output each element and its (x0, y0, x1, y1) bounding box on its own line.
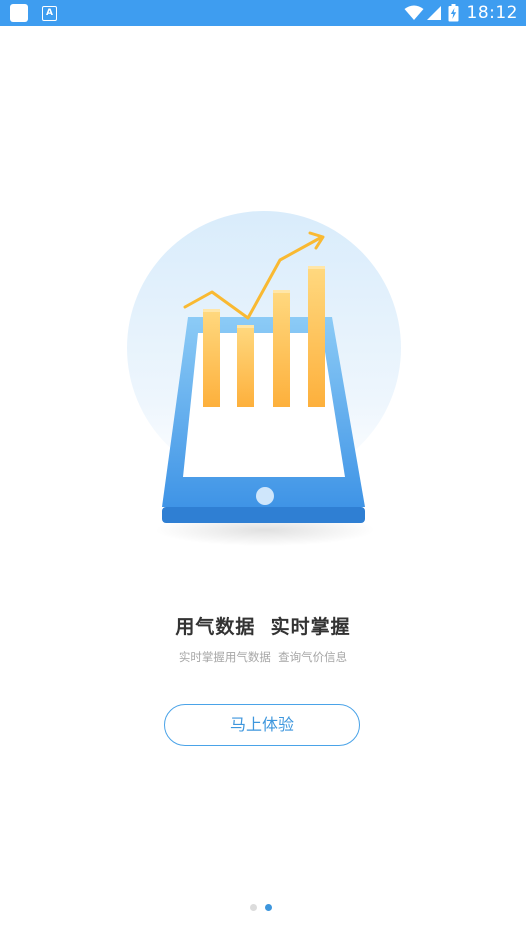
onboarding-subtitle: 实时掌握用气数据 查询气价信息 (178, 650, 348, 664)
app-a-icon: A (42, 5, 57, 21)
notification-square-icon (10, 4, 28, 22)
status-right-icons: 18:12 (404, 0, 519, 26)
try-now-button[interactable]: 马上体验 (164, 704, 360, 746)
battery-charging-icon (448, 4, 458, 22)
status-bar: A 18:12 (0, 0, 526, 26)
page-indicator (246, 904, 276, 911)
status-left-icons: A (10, 3, 57, 23)
onboarding-screen: A 18:12 用气数据 实时掌握 实时掌握用气数据 查询气价信息 马上体验 (0, 0, 526, 934)
onboarding-headline: 用气数据 实时掌握 (175, 616, 351, 638)
page-dot-1[interactable] (250, 904, 257, 911)
signal-icon (426, 6, 441, 20)
page-dot-2-active[interactable] (265, 904, 272, 911)
tablet-rising-chart-illustration (127, 211, 401, 546)
status-time: 18:12 (466, 3, 518, 23)
wifi-icon (404, 5, 423, 20)
